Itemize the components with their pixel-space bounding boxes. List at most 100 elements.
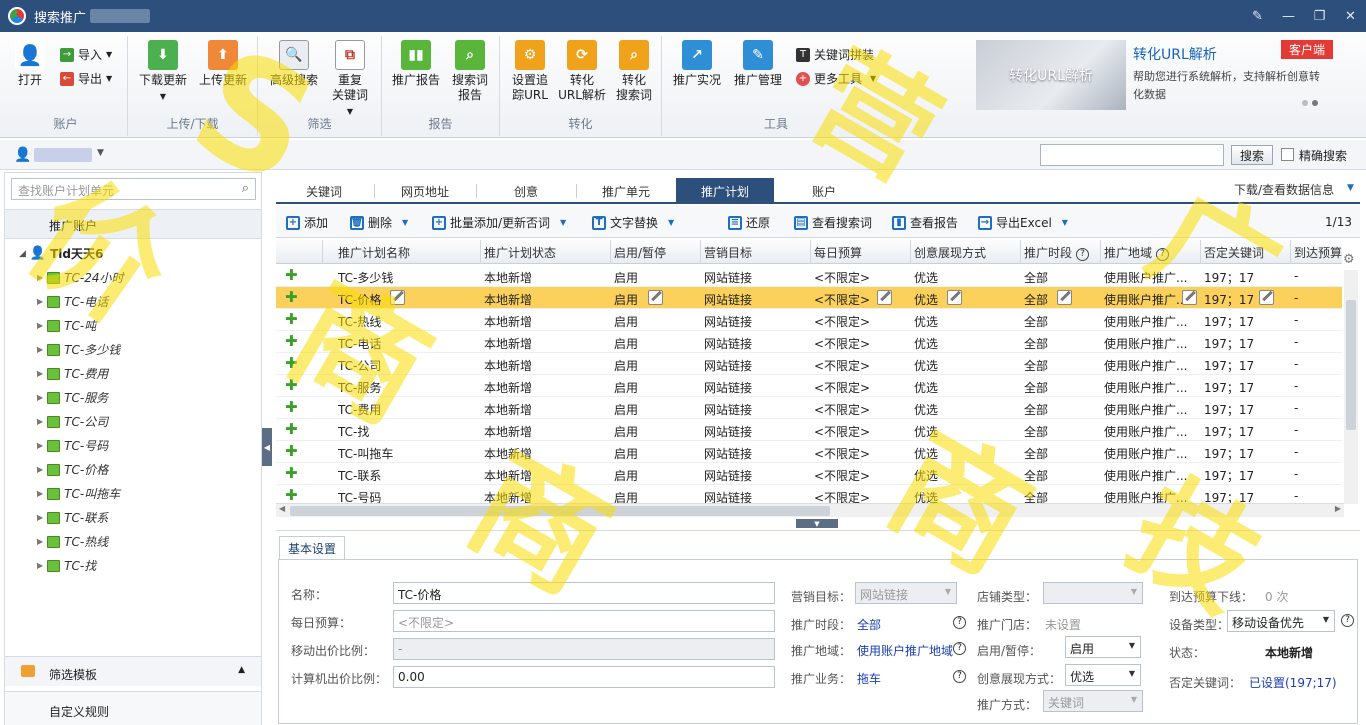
- tracking-url-button[interactable]: ⚙ 设置追 踪URL: [508, 40, 552, 103]
- tab-creative[interactable]: 创意: [478, 178, 574, 204]
- tree-plan-item[interactable]: ▶ TC-电话: [37, 293, 108, 310]
- restore-button[interactable]: ≡ 还原: [728, 214, 770, 231]
- gear-icon[interactable]: ⚙: [1343, 252, 1355, 267]
- cell-negative-keywords[interactable]: 197；17: [1204, 357, 1254, 374]
- cell-time-slot[interactable]: 全部: [1024, 445, 1048, 462]
- cell-plan-name[interactable]: TC-价格: [338, 291, 381, 308]
- expand-arrow-icon[interactable]: ▶: [37, 561, 43, 570]
- cell-time-slot[interactable]: 全部: [1024, 489, 1048, 504]
- cell-creative-mode[interactable]: 优选: [914, 291, 938, 308]
- cell-plan-status[interactable]: 本地新增: [484, 269, 532, 286]
- cell-marketing-goal[interactable]: 网站链接: [704, 335, 752, 352]
- budget-input[interactable]: <不限定>: [393, 610, 775, 632]
- expand-plus-icon[interactable]: ✚: [285, 488, 298, 503]
- device-select[interactable]: 移动设备优先 ▼: [1227, 610, 1335, 632]
- cell-region[interactable]: 使用账户推广...: [1104, 335, 1187, 352]
- import-button[interactable]: → 导入 ▼: [60, 46, 112, 63]
- tab-basic-settings[interactable]: 基本设置: [279, 536, 345, 560]
- more-tools-button[interactable]: + 更多工具 ▼: [796, 70, 876, 87]
- help-icon[interactable]: ?: [953, 642, 966, 655]
- cell-plan-status[interactable]: 本地新增: [484, 445, 532, 462]
- cell-marketing-goal[interactable]: 网站链接: [704, 379, 752, 396]
- table-row[interactable]: ✚ TC-电话 本地新增 启用 网站链接 <不限定> 优选 全部 使用账户推广... 197；17…: [276, 331, 1342, 353]
- exact-search-checkbox[interactable]: [1281, 148, 1294, 161]
- cell-plan-name[interactable]: TC-热线: [338, 313, 381, 330]
- cell-negative-keywords[interactable]: 197；17: [1204, 423, 1254, 440]
- account-selector-blurred[interactable]: [34, 148, 92, 162]
- view-search-terms-button[interactable]: ▤ 查看搜索词: [794, 214, 872, 231]
- cell-plan-name[interactable]: TC-号码: [338, 489, 381, 504]
- tree-root-account[interactable]: ◢ 👤 Tld天天6: [19, 245, 103, 262]
- tree-plan-item[interactable]: ▶ TC-叫拖车: [37, 485, 120, 502]
- sidebar-collapse-handle[interactable]: ◀: [262, 428, 272, 466]
- cell-marketing-goal[interactable]: 网站链接: [704, 313, 752, 330]
- expand-arrow-icon[interactable]: ◢: [19, 249, 26, 259]
- cell-daily-budget[interactable]: <不限定>: [814, 379, 870, 396]
- cell-plan-status[interactable]: 本地新增: [484, 291, 532, 308]
- expand-arrow-icon[interactable]: ▶: [37, 417, 43, 426]
- tree-plan-item[interactable]: ▶ TC-热线: [37, 533, 108, 550]
- cell-negative-keywords[interactable]: 197；17: [1204, 445, 1254, 462]
- cell-marketing-goal[interactable]: 网站链接: [704, 489, 752, 504]
- cell-marketing-goal[interactable]: 网站链接: [704, 357, 752, 374]
- promo-method-select[interactable]: 关键词 ▼: [1043, 690, 1143, 712]
- cell-daily-budget[interactable]: <不限定>: [814, 357, 870, 374]
- cell-region[interactable]: 使用账户推广...: [1104, 269, 1187, 286]
- neg-kw-link[interactable]: 已设置(197;17): [1249, 674, 1337, 691]
- cell-negative-keywords[interactable]: 197；17: [1204, 335, 1254, 352]
- status-toggle-select[interactable]: 启用 ▼: [1065, 636, 1141, 658]
- creative-select[interactable]: 优选 ▼: [1065, 664, 1141, 686]
- cell-daily-budget[interactable]: <不限定>: [814, 489, 870, 504]
- pc-bid-input[interactable]: 0.00: [393, 666, 775, 688]
- cell-plan-name[interactable]: TC-找: [338, 423, 369, 440]
- filter-template-section[interactable]: 筛选模板 ▲: [5, 656, 261, 686]
- minimize-button[interactable]: —: [1273, 0, 1304, 32]
- table-row[interactable]: ✚ TC-找 本地新增 启用 网站链接 <不限定> 优选 全部 使用账户推广... 197；17 -: [276, 419, 1342, 441]
- maximize-button[interactable]: ❐: [1304, 0, 1335, 32]
- expand-arrow-icon[interactable]: ▶: [37, 537, 43, 546]
- cell-enable-pause[interactable]: 启用: [614, 291, 638, 308]
- cell-enable-pause[interactable]: 启用: [614, 335, 638, 352]
- expand-plus-icon[interactable]: ✚: [285, 334, 298, 349]
- cell-region[interactable]: 使用账户推广...: [1104, 445, 1187, 462]
- cell-plan-name[interactable]: TC-服务: [338, 379, 381, 396]
- vertical-scrollbar[interactable]: [1344, 270, 1358, 504]
- cell-enable-pause[interactable]: 启用: [614, 401, 638, 418]
- mobile-bid-input[interactable]: -: [393, 638, 775, 660]
- cell-daily-budget[interactable]: <不限定>: [814, 467, 870, 484]
- table-row[interactable]: ✚ TC-热线 本地新增 启用 网站链接 <不限定> 优选 全部 使用账户推广... 197；17…: [276, 309, 1342, 331]
- cell-negative-keywords[interactable]: 197；17: [1204, 291, 1254, 308]
- tree-plan-item[interactable]: ▶ TC-公司: [37, 413, 108, 430]
- cell-plan-status[interactable]: 本地新增: [484, 313, 532, 330]
- help-icon[interactable]: ?: [953, 670, 966, 683]
- edit-icon[interactable]: [390, 290, 405, 305]
- cell-budget-reach[interactable]: -: [1294, 313, 1298, 327]
- cell-enable-pause[interactable]: 启用: [614, 357, 638, 374]
- cell-enable-pause[interactable]: 启用: [614, 445, 638, 462]
- expand-arrow-icon[interactable]: ▶: [37, 465, 43, 474]
- cell-negative-keywords[interactable]: 197；17: [1204, 313, 1254, 330]
- expand-plus-icon[interactable]: ✚: [285, 290, 298, 305]
- edit-window-icon[interactable]: ✎: [1242, 0, 1273, 32]
- cell-budget-reach[interactable]: -: [1294, 401, 1298, 415]
- custom-rules-section[interactable]: 自定义规则: [5, 691, 261, 725]
- cell-enable-pause[interactable]: 启用: [614, 379, 638, 396]
- cell-time-slot[interactable]: 全部: [1024, 379, 1048, 396]
- batch-add-button[interactable]: + 批量添加/更新否词 ▼: [432, 214, 566, 231]
- convert-url-button[interactable]: ⟳ 转化 URL解析: [558, 40, 606, 103]
- kw-combine-button[interactable]: T 关键词拼装: [796, 46, 874, 63]
- cell-enable-pause[interactable]: 启用: [614, 467, 638, 484]
- table-row[interactable]: ✚ TC-公司 本地新增 启用 网站链接 <不限定> 优选 全部 使用账户推广... 197；17…: [276, 353, 1342, 375]
- tab-account[interactable]: 账户: [776, 178, 872, 204]
- search-term-report-button[interactable]: ⌕ 搜索词 报告: [448, 40, 492, 103]
- name-input[interactable]: TC-价格: [393, 582, 775, 604]
- col-header-negative-keywords[interactable]: 否定关键词: [1204, 244, 1264, 261]
- cell-region[interactable]: 使用账户推广...: [1104, 291, 1187, 308]
- cell-budget-reach[interactable]: -: [1294, 467, 1298, 481]
- help-icon[interactable]: ?: [953, 616, 966, 629]
- cell-budget-reach[interactable]: -: [1294, 269, 1298, 283]
- cell-time-slot[interactable]: 全部: [1024, 423, 1048, 440]
- cell-region[interactable]: 使用账户推广...: [1104, 489, 1187, 504]
- expand-plus-icon[interactable]: ✚: [285, 400, 298, 415]
- cell-marketing-goal[interactable]: 网站链接: [704, 269, 752, 286]
